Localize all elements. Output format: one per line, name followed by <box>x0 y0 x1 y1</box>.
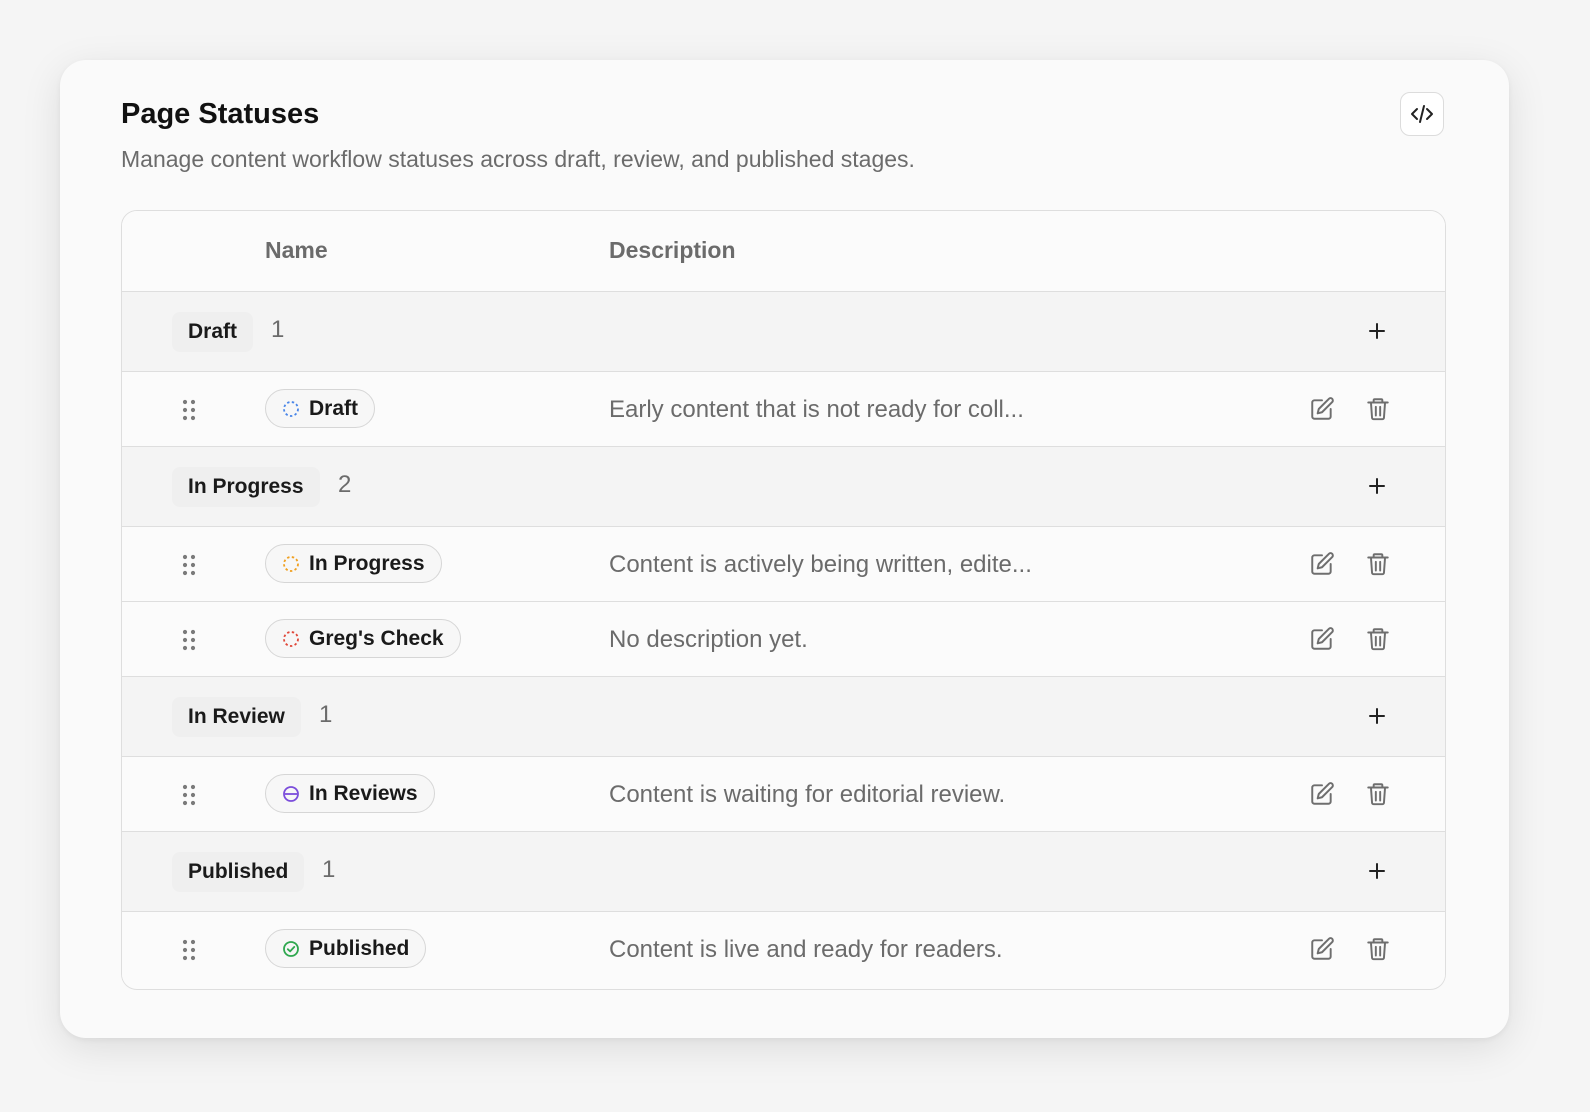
page-title: Page Statuses <box>121 98 320 130</box>
add-status-button[interactable] <box>1365 859 1389 883</box>
group-row: In Review 1 <box>122 677 1445 757</box>
table-header: Name Description <box>122 211 1445 292</box>
drag-handle-icon <box>182 939 196 961</box>
code-view-button[interactable] <box>1400 92 1444 136</box>
delete-status-button[interactable] <box>1365 551 1391 577</box>
edit-status-button[interactable] <box>1309 396 1335 422</box>
trash-icon <box>1367 783 1389 806</box>
status-description: Content is waiting for editorial review. <box>609 781 1006 808</box>
status-pill: Draft <box>265 389 376 428</box>
edit-icon <box>1311 627 1334 650</box>
dashed-circle-icon <box>283 555 299 572</box>
group-row: Draft 1 <box>122 292 1445 372</box>
table-row: In Reviews Content is waiting for editori… <box>122 757 1445 832</box>
table-row: In Progress Content is actively being wri… <box>122 527 1445 602</box>
edit-status-button[interactable] <box>1309 781 1335 807</box>
add-status-button[interactable] <box>1365 704 1389 728</box>
status-name: Draft <box>309 396 359 420</box>
edit-icon <box>1311 937 1334 960</box>
table-row: Published Content is live and ready for r… <box>122 912 1445 987</box>
status-name: Published <box>309 936 410 960</box>
status-name: In Reviews <box>309 781 418 805</box>
code-icon <box>1411 105 1433 123</box>
group-label: Draft <box>172 312 254 352</box>
trash-icon <box>1367 938 1389 961</box>
group-count: 1 <box>319 701 333 728</box>
drag-handle[interactable] <box>182 784 196 806</box>
status-description: Content is live and ready for readers. <box>609 936 1003 963</box>
drag-handle-icon <box>182 629 196 651</box>
edit-icon <box>1311 552 1334 575</box>
status-pill: In Progress <box>265 544 442 583</box>
delete-status-button[interactable] <box>1365 781 1391 807</box>
status-description: Content is actively being written, edite… <box>609 551 1032 578</box>
column-header-name: Name <box>265 237 328 263</box>
plus-icon <box>1369 478 1385 494</box>
drag-handle-icon <box>182 784 196 806</box>
column-header-description: Description <box>609 237 736 263</box>
delete-status-button[interactable] <box>1365 626 1391 652</box>
dashed-circle-icon <box>283 400 299 417</box>
page-statuses-card: Page Statuses Manage content workflow st… <box>60 60 1509 1038</box>
group-count: 1 <box>322 856 336 883</box>
table-row: Greg's Check No description yet. <box>122 602 1445 677</box>
status-description: No description yet. <box>609 626 808 653</box>
status-name: Greg's Check <box>309 626 444 650</box>
group-row: Published 1 <box>122 832 1445 912</box>
add-status-button[interactable] <box>1365 474 1389 498</box>
status-pill: Greg's Check <box>265 619 461 658</box>
trash-icon <box>1367 628 1389 651</box>
table-row: Draft Early content that is not ready for… <box>122 372 1445 447</box>
table-body: Draft 1 Draft Early content that is not rea… <box>122 292 1445 987</box>
trash-icon <box>1367 553 1389 576</box>
group-label: In Review <box>172 697 301 737</box>
group-row: In Progress 2 <box>122 447 1445 527</box>
edit-icon <box>1311 397 1334 420</box>
circle-check-icon <box>283 940 299 957</box>
trash-icon <box>1367 398 1389 421</box>
plus-icon <box>1369 708 1385 724</box>
group-count: 2 <box>338 471 352 498</box>
drag-handle-icon <box>182 554 196 576</box>
status-description: Early content that is not ready for coll… <box>609 396 1024 423</box>
group-count: 1 <box>271 316 285 343</box>
circle-minus-icon <box>283 785 299 802</box>
plus-icon <box>1369 863 1385 879</box>
drag-handle[interactable] <box>182 554 196 576</box>
add-status-button[interactable] <box>1365 319 1389 343</box>
delete-status-button[interactable] <box>1365 396 1391 422</box>
status-pill: In Reviews <box>265 774 435 813</box>
status-table: Name Description Draft 1 Draft Early conten… <box>121 210 1446 990</box>
edit-status-button[interactable] <box>1309 551 1335 577</box>
group-label: In Progress <box>172 467 320 507</box>
delete-status-button[interactable] <box>1365 936 1391 962</box>
edit-status-button[interactable] <box>1309 936 1335 962</box>
edit-icon <box>1311 782 1334 805</box>
drag-handle[interactable] <box>182 399 196 421</box>
plus-icon <box>1369 323 1385 339</box>
drag-handle[interactable] <box>182 629 196 651</box>
drag-handle[interactable] <box>182 939 196 961</box>
edit-status-button[interactable] <box>1309 626 1335 652</box>
page-subtitle: Manage content workflow statuses across … <box>121 146 915 172</box>
group-label: Published <box>172 852 305 892</box>
status-pill: Published <box>265 929 427 968</box>
dashed-circle-icon <box>283 630 299 647</box>
drag-handle-icon <box>182 399 196 421</box>
status-name: In Progress <box>309 551 425 575</box>
